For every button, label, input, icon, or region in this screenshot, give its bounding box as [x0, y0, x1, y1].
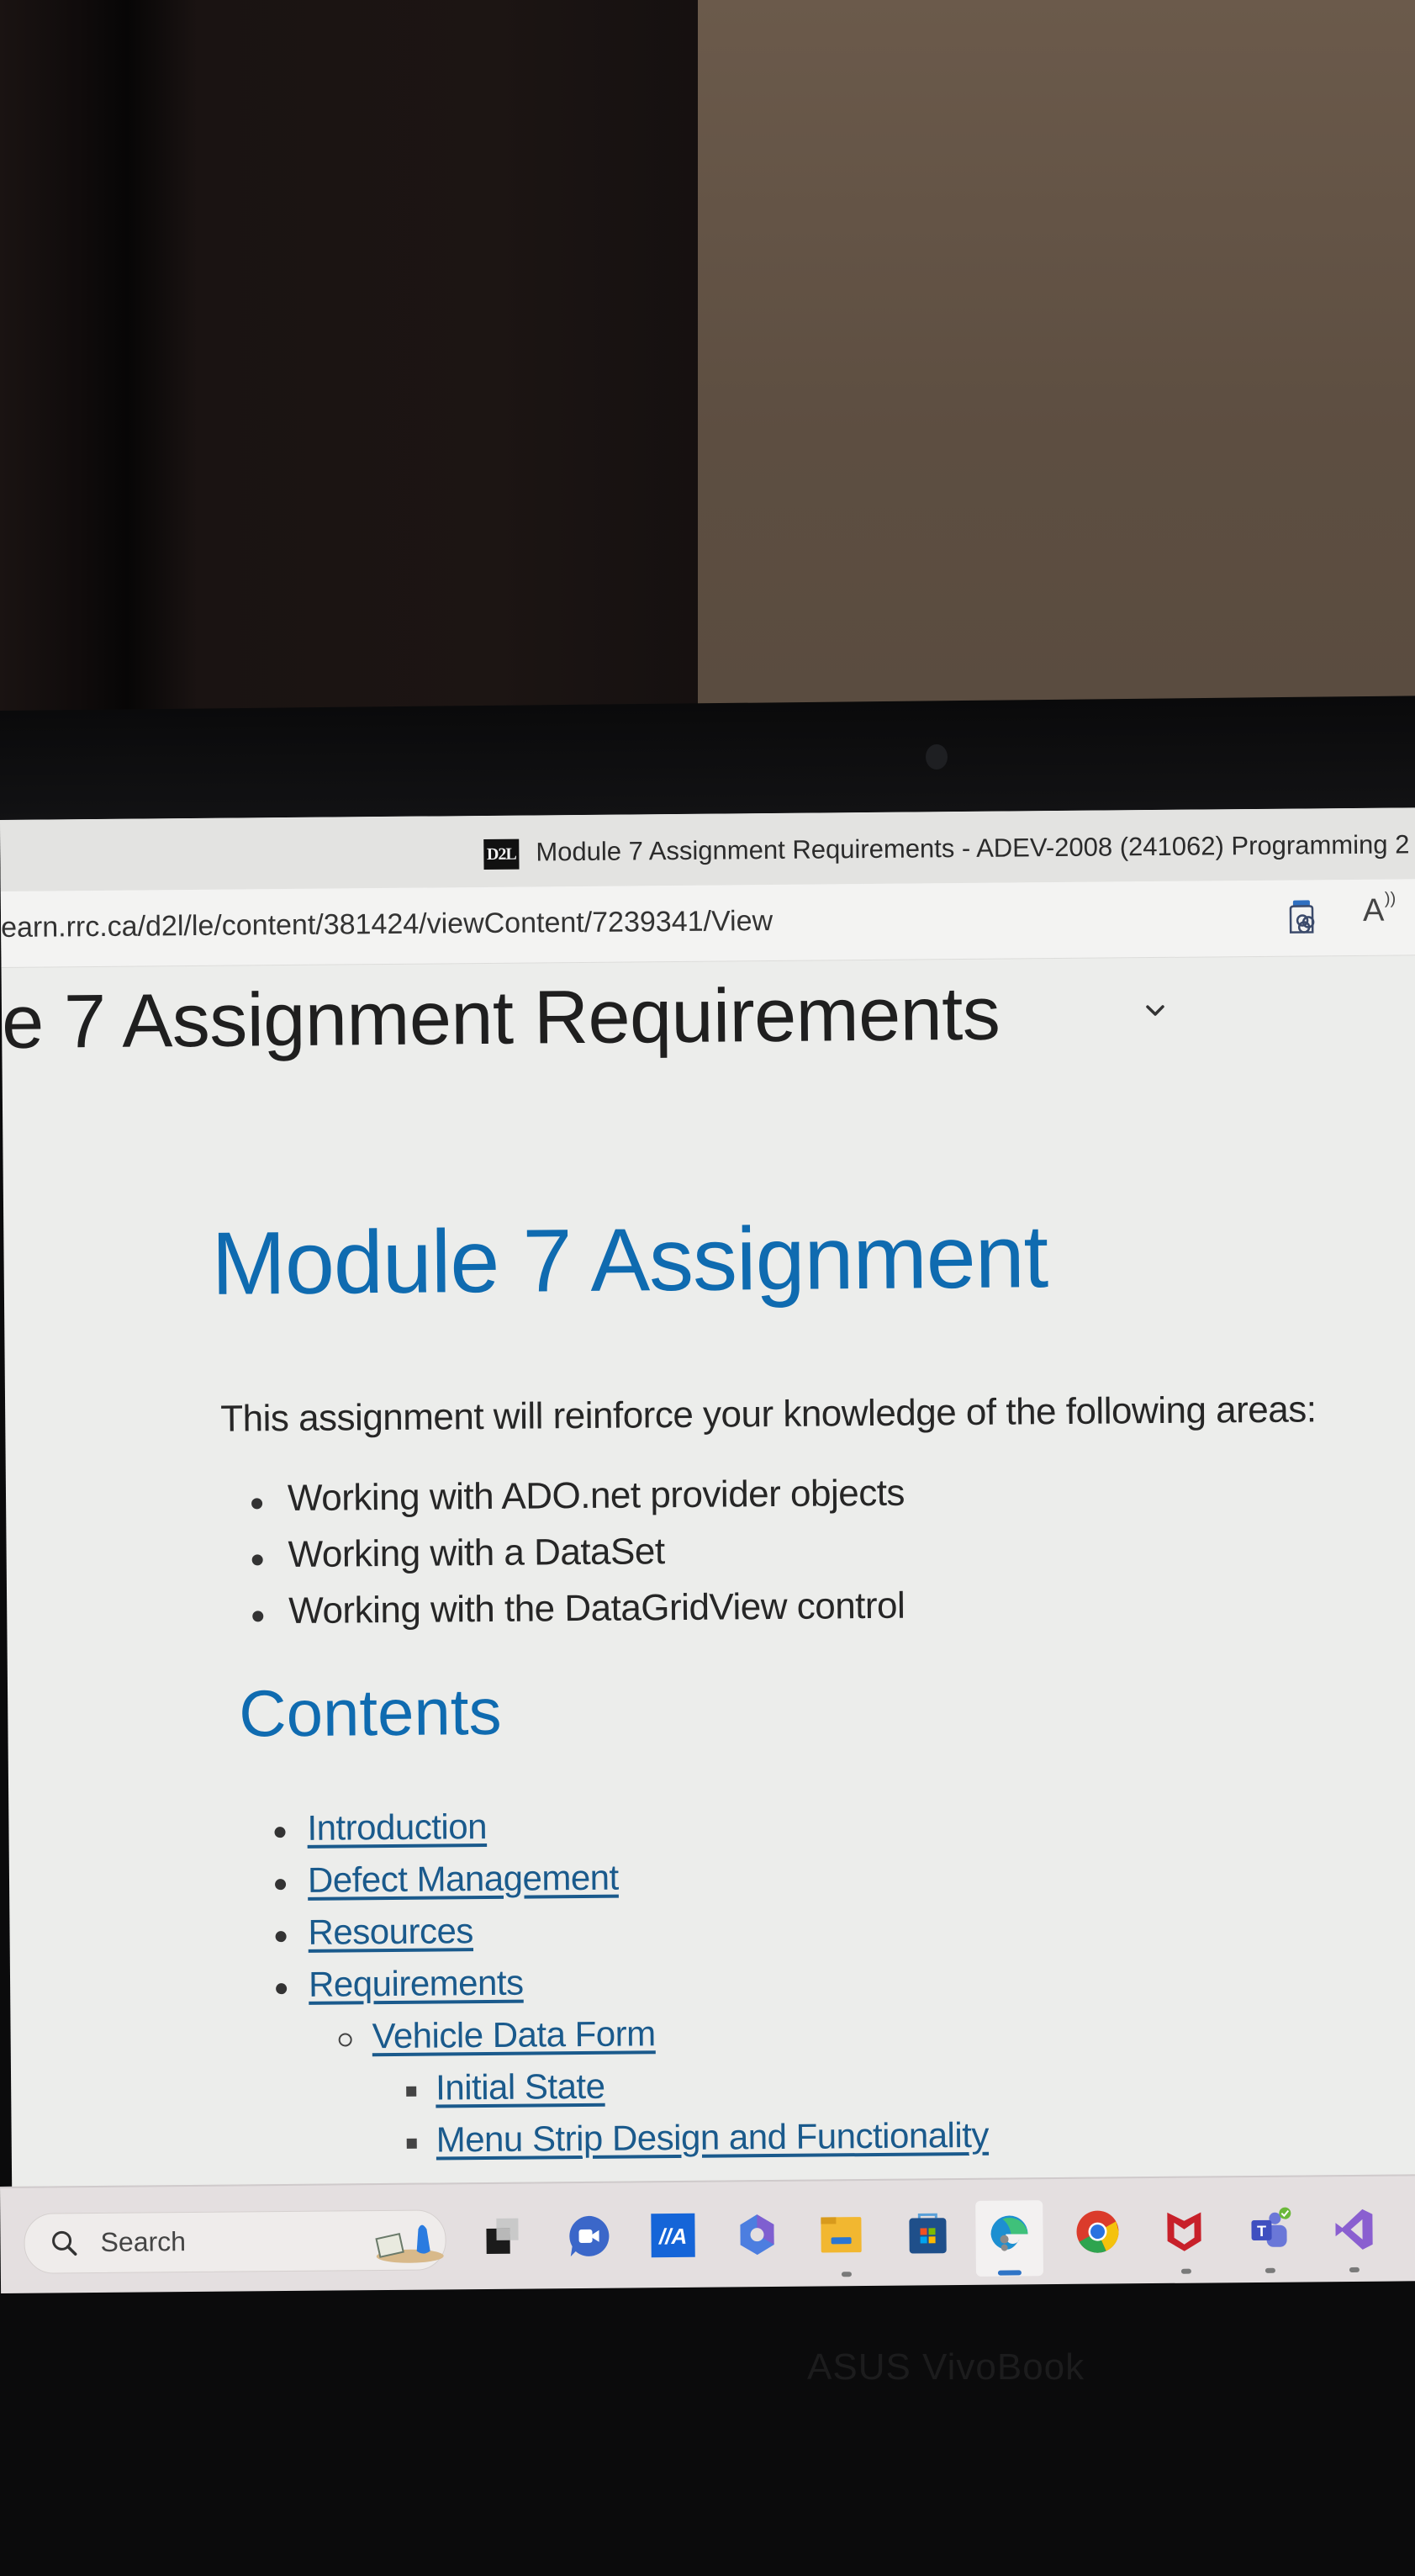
areas-list: Working with ADO.net provider objects Wo… [250, 1473, 906, 1648]
search-icon [52, 2230, 77, 2256]
toc-link-requirements[interactable]: Requirements [309, 1963, 524, 2004]
read-aloud-icon[interactable]: A)) [1363, 890, 1396, 929]
toc-link-introduction[interactable]: Introduction [307, 1806, 487, 1848]
running-indicator [841, 2272, 852, 2277]
svg-text://A: //A [658, 2224, 687, 2249]
webcam [926, 744, 948, 770]
search-label: Search [100, 2226, 187, 2257]
windows-taskbar: Search //A T [0, 2174, 1415, 2293]
page-header-title: e 7 Assignment Requirements [1, 971, 1001, 1065]
toc-link-vehicle-data-form[interactable]: Vehicle Data Form [372, 2013, 655, 2055]
toc-item: Vehicle Data Form [271, 2011, 988, 2069]
google-chrome-icon[interactable] [1074, 2208, 1121, 2255]
meet-now-icon[interactable] [565, 2213, 612, 2260]
active-indicator [997, 2270, 1022, 2276]
ma-app-icon[interactable]: //A [649, 2212, 696, 2259]
toc-link-initial-state[interactable]: Initial State [436, 2066, 605, 2108]
contents-heading: Contents [238, 1674, 502, 1751]
url-text[interactable]: earn.rrc.ca/d2l/le/content/381424/viewCo… [1, 905, 773, 944]
extension-icon[interactable] [1286, 898, 1317, 935]
dark-wall [0, 0, 706, 723]
room-background [0, 0, 1415, 723]
running-indicator [1180, 2268, 1191, 2274]
microsoft-edge-icon[interactable] [985, 2208, 1032, 2256]
running-indicator [1265, 2267, 1275, 2273]
toc-item: Menu Strip Design and Functionality [272, 2115, 990, 2173]
toc-link-resources[interactable]: Resources [308, 1911, 473, 1952]
list-item: Working with the DataGridView control [251, 1585, 905, 1648]
list-item: Working with ADO.net provider objects [250, 1473, 905, 1535]
page-title: Module 7 Assignment [211, 1207, 1048, 1314]
chevron-down-icon[interactable] [1141, 997, 1169, 1025]
lit-wall [698, 0, 1415, 723]
browser-titlebar: D2L Module 7 Assignment Requirements - A… [0, 807, 1415, 891]
toc-link-defect-management[interactable]: Defect Management [308, 1858, 619, 1900]
microsoft-365-icon[interactable] [733, 2211, 780, 2258]
running-indicator [1349, 2267, 1360, 2272]
microsoft-teams-icon[interactable]: T [1246, 2207, 1293, 2254]
d2l-favicon-icon: D2L [483, 838, 520, 870]
toc-item: Introduction [269, 1802, 986, 1860]
toc-item: Initial State [272, 2063, 989, 2121]
tab-title[interactable]: Module 7 Assignment Requirements - ADEV-… [536, 829, 1409, 867]
visual-studio-icon[interactable] [1330, 2206, 1377, 2253]
microsoft-store-icon[interactable] [904, 2209, 951, 2256]
svg-text:T: T [1257, 2223, 1266, 2240]
search-highlight-icon [375, 2224, 444, 2263]
intro-text: This assignment will reinforce your know… [220, 1389, 1317, 1440]
task-view-icon[interactable] [479, 2214, 526, 2261]
toc-link-menu-strip[interactable]: Menu Strip Design and Functionality [436, 2115, 990, 2160]
laptop-brand-label: ASUS VivoBook [807, 2346, 1085, 2388]
browser-window: D2L Module 7 Assignment Requirements - A… [0, 807, 1415, 2288]
table-of-contents: Introduction Defect Management Resources… [269, 1802, 989, 2173]
toc-item: Resources [270, 1907, 987, 1965]
toc-item: Defect Management [270, 1854, 987, 1912]
taskbar-search[interactable]: Search [24, 2209, 446, 2274]
toc-item: Requirements [271, 1959, 988, 2017]
mcafee-icon[interactable] [1160, 2207, 1207, 2254]
address-bar[interactable]: earn.rrc.ca/d2l/le/content/381424/viewCo… [0, 879, 1415, 968]
list-item: Working with a DataSet [250, 1529, 905, 1591]
file-explorer-icon[interactable] [817, 2210, 864, 2257]
